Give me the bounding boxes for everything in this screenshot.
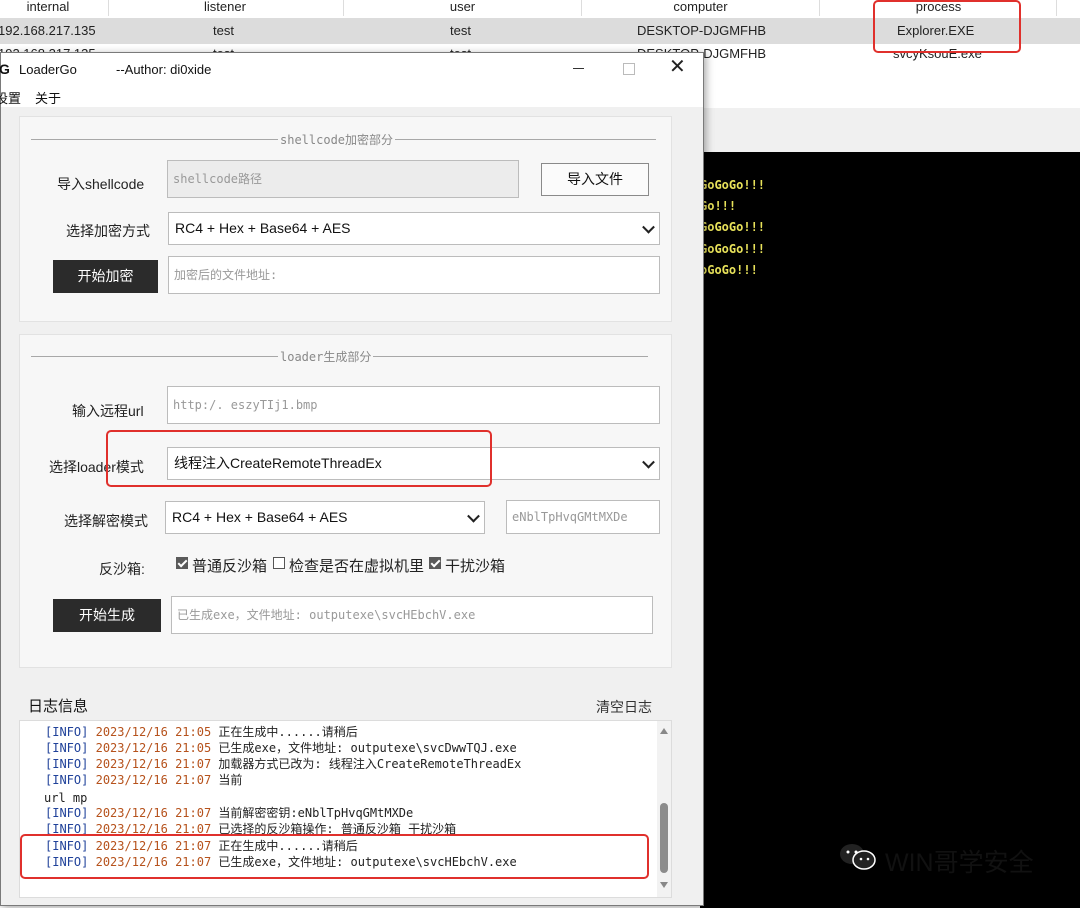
watermark-text: WIN哥学安全 xyxy=(885,849,1034,877)
generated-exe-output[interactable]: 已生成exe，文件地址: outputexe\svcHEbchV.exe xyxy=(171,596,653,634)
chevron-down-icon xyxy=(642,455,655,469)
menu-bar: 设置 关于 xyxy=(0,85,703,107)
menu-settings[interactable]: 设置 xyxy=(0,88,21,107)
start-encrypt-button[interactable]: 开始加密 xyxy=(53,260,158,293)
log-entry-time: 2023/12/16 21:07 xyxy=(95,757,212,771)
chevron-down-icon xyxy=(642,220,655,234)
maximize-icon[interactable] xyxy=(623,63,635,75)
clear-log-button[interactable]: 清空日志 xyxy=(596,697,652,717)
minimize-icon[interactable] xyxy=(573,68,584,69)
column-header-computer[interactable]: computer xyxy=(583,0,818,16)
log-entry: url mp xyxy=(44,791,87,805)
checkbox-normal-sandbox-label: 普通反沙箱 xyxy=(192,558,268,575)
decrypt-mode-value: RC4 + Hex + Base64 + AES xyxy=(172,509,348,525)
log-entry-time: 2023/12/16 21:07 xyxy=(95,773,212,787)
menu-about[interactable]: 关于 xyxy=(35,88,61,107)
log-entry: [INFO] 2023/12/16 21:07 加载器方式已改为: 线程注入Cr… xyxy=(45,757,521,771)
decrypt-mode-label: 选择解密模式 xyxy=(64,513,148,529)
log-entry-level: [INFO] xyxy=(45,741,89,755)
console-line: GoGoGo!!! xyxy=(700,242,766,256)
log-entry-message: 当前解密密钥:eNblTpHvqGMtMXDe xyxy=(218,806,414,820)
console-line: oGoGo!!! xyxy=(700,263,758,277)
loader-section-legend: loader生成部分 xyxy=(278,348,374,365)
log-entry: [INFO] 2023/12/16 21:07 当前解密密钥:eNblTpHvq… xyxy=(45,806,413,820)
scroll-up-icon[interactable] xyxy=(660,728,668,734)
log-entry-level: [INFO] xyxy=(45,773,89,787)
encrypt-method-select[interactable]: RC4 + Hex + Base64 + AES xyxy=(168,212,660,245)
scroll-thumb[interactable] xyxy=(660,803,668,873)
anti-sandbox-label: 反沙箱: xyxy=(99,561,145,577)
wechat-icon xyxy=(838,842,878,872)
encrypt-method-label: 选择加密方式 xyxy=(66,223,150,239)
console-output: GoGoGo!!! Go!!! GoGoGo!!! GoGoGo!!! oGoG… xyxy=(700,152,1080,908)
encrypted-file-output[interactable]: 加密后的文件地址: xyxy=(168,256,660,294)
import-file-button[interactable]: 导入文件 xyxy=(541,163,649,196)
log-entry: [INFO] 2023/12/16 21:05 正在生成中......请稍后 xyxy=(45,725,358,739)
log-entry-time: 2023/12/16 21:07 xyxy=(95,806,212,820)
title-bar[interactable]: G LoaderGo --Author: di0xide ✕ xyxy=(0,53,703,85)
console-line: GoGoGo!!! xyxy=(700,178,766,192)
log-entry-message: 加载器方式已改为: 线程注入CreateRemoteThreadEx xyxy=(218,757,522,771)
app-logo-icon: G xyxy=(0,61,10,77)
log-entry: [INFO] 2023/12/16 21:07 当前 xyxy=(45,773,242,787)
log-entry-message: url mp xyxy=(44,791,88,805)
column-header-user[interactable]: user xyxy=(345,0,580,16)
window-author: --Author: di0xide xyxy=(116,62,212,77)
log-entry-message: 正在生成中......请稍后 xyxy=(218,725,358,739)
close-icon[interactable]: ✕ xyxy=(669,57,686,77)
log-entry: [INFO] 2023/12/16 21:05 已生成exe，文件地址: out… xyxy=(45,741,517,755)
log-scrollbar[interactable] xyxy=(657,721,671,897)
log-entry-message: 已生成exe，文件地址: outputexe\svcDwwTQJ.exe xyxy=(218,741,517,755)
start-generate-button[interactable]: 开始生成 xyxy=(53,599,161,632)
console-line: GoGoGo!!! xyxy=(700,220,766,234)
chevron-down-icon xyxy=(467,509,480,523)
log-entry-time: 2023/12/16 21:05 xyxy=(95,725,212,739)
highlight-box-loader-mode xyxy=(106,430,492,487)
encrypt-method-value: RC4 + Hex + Base64 + AES xyxy=(175,220,351,236)
checkbox-disturb-sandbox[interactable] xyxy=(429,557,441,569)
tab-bar xyxy=(700,108,1080,153)
log-entry-level: [INFO] xyxy=(45,725,89,739)
checkbox-vm-check-label: 检查是否在虚拟机里 xyxy=(289,558,425,575)
checkbox-disturb-sandbox-label: 干扰沙箱 xyxy=(445,558,506,575)
highlight-box-log xyxy=(20,834,649,879)
checkbox-vm-check[interactable] xyxy=(273,557,285,569)
remote-url-label: 输入远程url xyxy=(72,403,144,419)
remote-url-input[interactable]: http:/. eszyTIj1.bmp xyxy=(167,386,660,424)
log-title: 日志信息 xyxy=(28,698,89,715)
scroll-down-icon[interactable] xyxy=(660,882,668,888)
log-entry-message: 当前 xyxy=(218,773,243,787)
encrypt-section-legend: shellcode加密部分 xyxy=(278,131,396,148)
shellcode-path-input[interactable]: shellcode路径 xyxy=(167,160,519,198)
column-header-listener[interactable]: listener xyxy=(110,0,340,16)
highlight-box-process xyxy=(873,0,1021,53)
decrypt-key-input[interactable]: eNblTpHvqGMtMXDe xyxy=(506,500,660,534)
encrypt-section: shellcode加密部分 导入shellcode shellcode路径 导入… xyxy=(19,116,672,322)
shellcode-label: 导入shellcode xyxy=(57,176,145,192)
log-entry-level: [INFO] xyxy=(45,757,89,771)
log-entry-level: [INFO] xyxy=(45,806,89,820)
loader-section: loader生成部分 输入远程url http:/. eszyTIj1.bmp … xyxy=(19,334,672,668)
log-entry-time: 2023/12/16 21:05 xyxy=(95,741,212,755)
console-line: Go!!! xyxy=(700,199,737,213)
column-header-internal[interactable]: internal xyxy=(0,0,96,16)
decrypt-mode-select[interactable]: RC4 + Hex + Base64 + AES xyxy=(165,501,485,534)
window-title: LoaderGo xyxy=(19,62,77,77)
checkbox-normal-sandbox[interactable] xyxy=(176,557,188,569)
